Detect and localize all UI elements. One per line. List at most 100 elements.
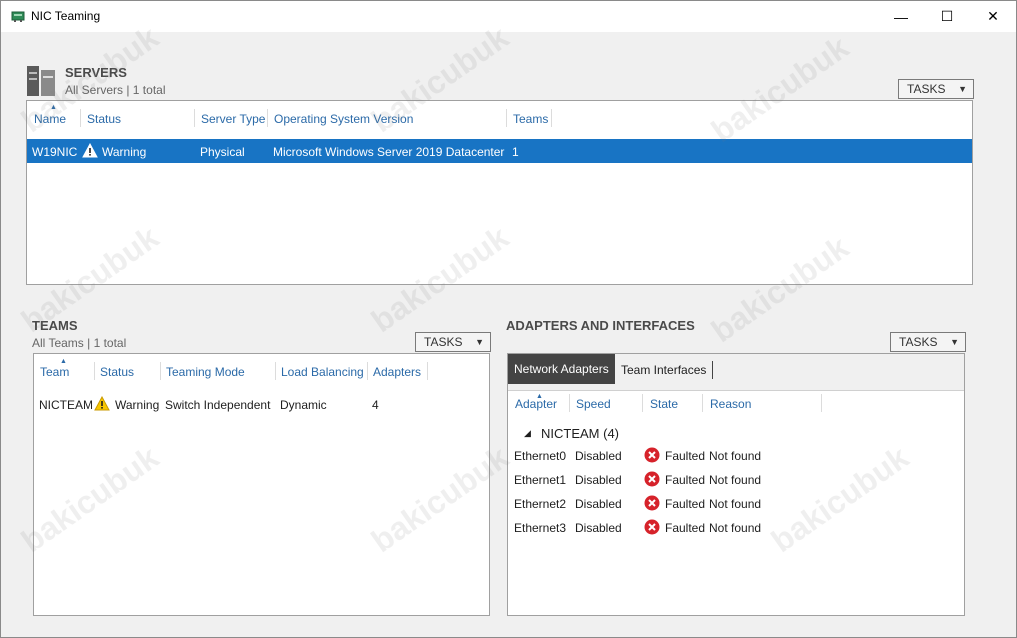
dropdown-arrow-icon: ▼	[950, 337, 959, 347]
adapter-speed: Disabled	[575, 449, 622, 463]
tasks-label: TASKS	[907, 82, 946, 96]
adapter-state: Faulted	[665, 497, 706, 511]
team-load-balancing: Dynamic	[280, 398, 327, 412]
title-bar[interactable]: NIC Teaming — ☐ ✕	[1, 1, 1016, 32]
servers-icon	[27, 66, 55, 96]
column-divider[interactable]	[275, 362, 276, 380]
maximize-icon: ☐	[940, 8, 954, 24]
dropdown-arrow-icon: ▼	[958, 84, 967, 94]
teams-subtitle: All Teams | 1 total	[32, 336, 127, 350]
column-header-os-version[interactable]: Operating System Version	[274, 112, 413, 126]
adapters-panel: Network Adapters Team Interfaces ▲ Adapt…	[507, 353, 965, 616]
servers-tasks-button[interactable]: TASKS ▼	[898, 79, 974, 99]
column-divider[interactable]	[80, 109, 81, 127]
adapter-name: Ethernet0	[514, 449, 567, 463]
servers-subtitle: All Servers | 1 total	[65, 83, 166, 97]
table-row[interactable]: Ethernet3 Disabled Faulted Not found	[508, 519, 964, 541]
warning-icon	[82, 143, 98, 158]
team-adapters-count: 4	[372, 398, 379, 412]
adapter-speed: Disabled	[575, 473, 622, 487]
column-divider[interactable]	[160, 362, 161, 380]
sort-ascending-icon: ▲	[50, 104, 57, 111]
column-header-status[interactable]: Status	[87, 112, 121, 126]
column-divider[interactable]	[821, 394, 822, 412]
adapter-reason: Not found	[709, 449, 762, 463]
table-row[interactable]: Ethernet1 Disabled Faulted Not found	[508, 471, 964, 493]
column-header-teaming-mode[interactable]: Teaming Mode	[166, 365, 245, 379]
adapters-tab-bar: Network Adapters Team Interfaces	[508, 354, 964, 391]
server-type: Physical	[200, 145, 245, 159]
adapters-title: ADAPTERS AND INTERFACES	[506, 318, 695, 333]
table-row[interactable]: Ethernet2 Disabled Faulted Not found	[508, 495, 964, 517]
tasks-label: TASKS	[899, 335, 938, 349]
adapter-name: Ethernet2	[514, 497, 567, 511]
group-label: NICTEAM (4)	[541, 426, 619, 441]
column-divider[interactable]	[94, 362, 95, 380]
adapter-reason: Not found	[709, 473, 762, 487]
column-header-adapter[interactable]: Adapter	[515, 397, 557, 411]
tab-network-adapters[interactable]: Network Adapters	[508, 354, 615, 384]
adapter-speed: Disabled	[575, 521, 622, 535]
server-name: W19NIC	[32, 145, 78, 159]
table-row[interactable]: NICTEAM Warning Switch Independent Dynam…	[34, 392, 489, 416]
tasks-label: TASKS	[424, 335, 463, 349]
table-row[interactable]: Ethernet0 Disabled Faulted Not found	[508, 447, 964, 469]
column-header-server-type[interactable]: Server Type	[201, 112, 265, 126]
maximize-button[interactable]: ☐	[924, 1, 970, 32]
column-divider[interactable]	[551, 109, 552, 127]
collapse-arrow-icon[interactable]: ◢	[524, 428, 531, 439]
column-header-team[interactable]: Team	[40, 365, 69, 379]
close-icon: ✕	[987, 8, 999, 24]
error-icon	[644, 447, 660, 463]
adapter-state: Faulted	[665, 521, 706, 535]
column-divider[interactable]	[367, 362, 368, 380]
sort-ascending-icon: ▲	[60, 358, 67, 365]
nic-teaming-window: NIC Teaming — ☐ ✕ SERVERS All Servers | …	[0, 0, 1017, 638]
column-divider[interactable]	[194, 109, 195, 127]
close-button[interactable]: ✕	[970, 1, 1016, 32]
server-teams-count: 1	[512, 145, 519, 159]
adapter-name: Ethernet1	[514, 473, 567, 487]
adapters-tasks-button[interactable]: TASKS ▼	[890, 332, 966, 352]
error-icon	[644, 519, 660, 535]
window-title: NIC Teaming	[31, 9, 101, 23]
teams-title: TEAMS	[32, 318, 78, 333]
tab-label: Team Interfaces	[621, 363, 707, 377]
teams-tasks-button[interactable]: TASKS ▼	[415, 332, 491, 352]
column-header-state[interactable]: State	[650, 397, 678, 411]
adapter-reason: Not found	[709, 497, 762, 511]
tab-label: Network Adapters	[514, 362, 609, 376]
column-header-reason[interactable]: Reason	[710, 397, 751, 411]
column-header-load-balancing[interactable]: Load Balancing	[281, 365, 364, 379]
nic-teaming-app-icon	[11, 11, 25, 22]
minimize-button[interactable]: —	[878, 1, 924, 32]
servers-title: SERVERS	[65, 65, 127, 80]
column-divider[interactable]	[427, 362, 428, 380]
server-status: Warning	[102, 145, 147, 159]
column-header-teams[interactable]: Teams	[513, 112, 548, 126]
column-divider[interactable]	[642, 394, 643, 412]
adapter-name: Ethernet3	[514, 521, 567, 535]
tab-team-interfaces[interactable]: Team Interfaces	[615, 361, 714, 379]
column-divider[interactable]	[267, 109, 268, 127]
team-name: NICTEAM	[39, 398, 93, 412]
adapter-reason: Not found	[709, 521, 762, 535]
column-divider[interactable]	[702, 394, 703, 412]
error-icon	[644, 495, 660, 511]
adapter-state: Faulted	[665, 449, 706, 463]
column-header-status[interactable]: Status	[100, 365, 134, 379]
table-row[interactable]: W19NIC Warning Physical Microsoft Window…	[27, 139, 972, 163]
minimize-icon: —	[894, 8, 908, 25]
column-divider[interactable]	[506, 109, 507, 127]
column-header-speed[interactable]: Speed	[576, 397, 611, 411]
column-divider[interactable]	[569, 394, 570, 412]
column-header-adapters[interactable]: Adapters	[373, 365, 421, 379]
group-header[interactable]: ◢ NICTEAM (4)	[508, 424, 964, 444]
servers-panel: ▲ Name Status Server Type Operating Syst…	[26, 100, 973, 285]
adapter-state: Faulted	[665, 473, 706, 487]
column-header-name[interactable]: Name	[34, 112, 66, 126]
adapter-speed: Disabled	[575, 497, 622, 511]
dropdown-arrow-icon: ▼	[475, 337, 484, 347]
warning-icon	[94, 396, 110, 411]
teams-panel: ▲ Team Status Teaming Mode Load Balancin…	[33, 353, 490, 616]
